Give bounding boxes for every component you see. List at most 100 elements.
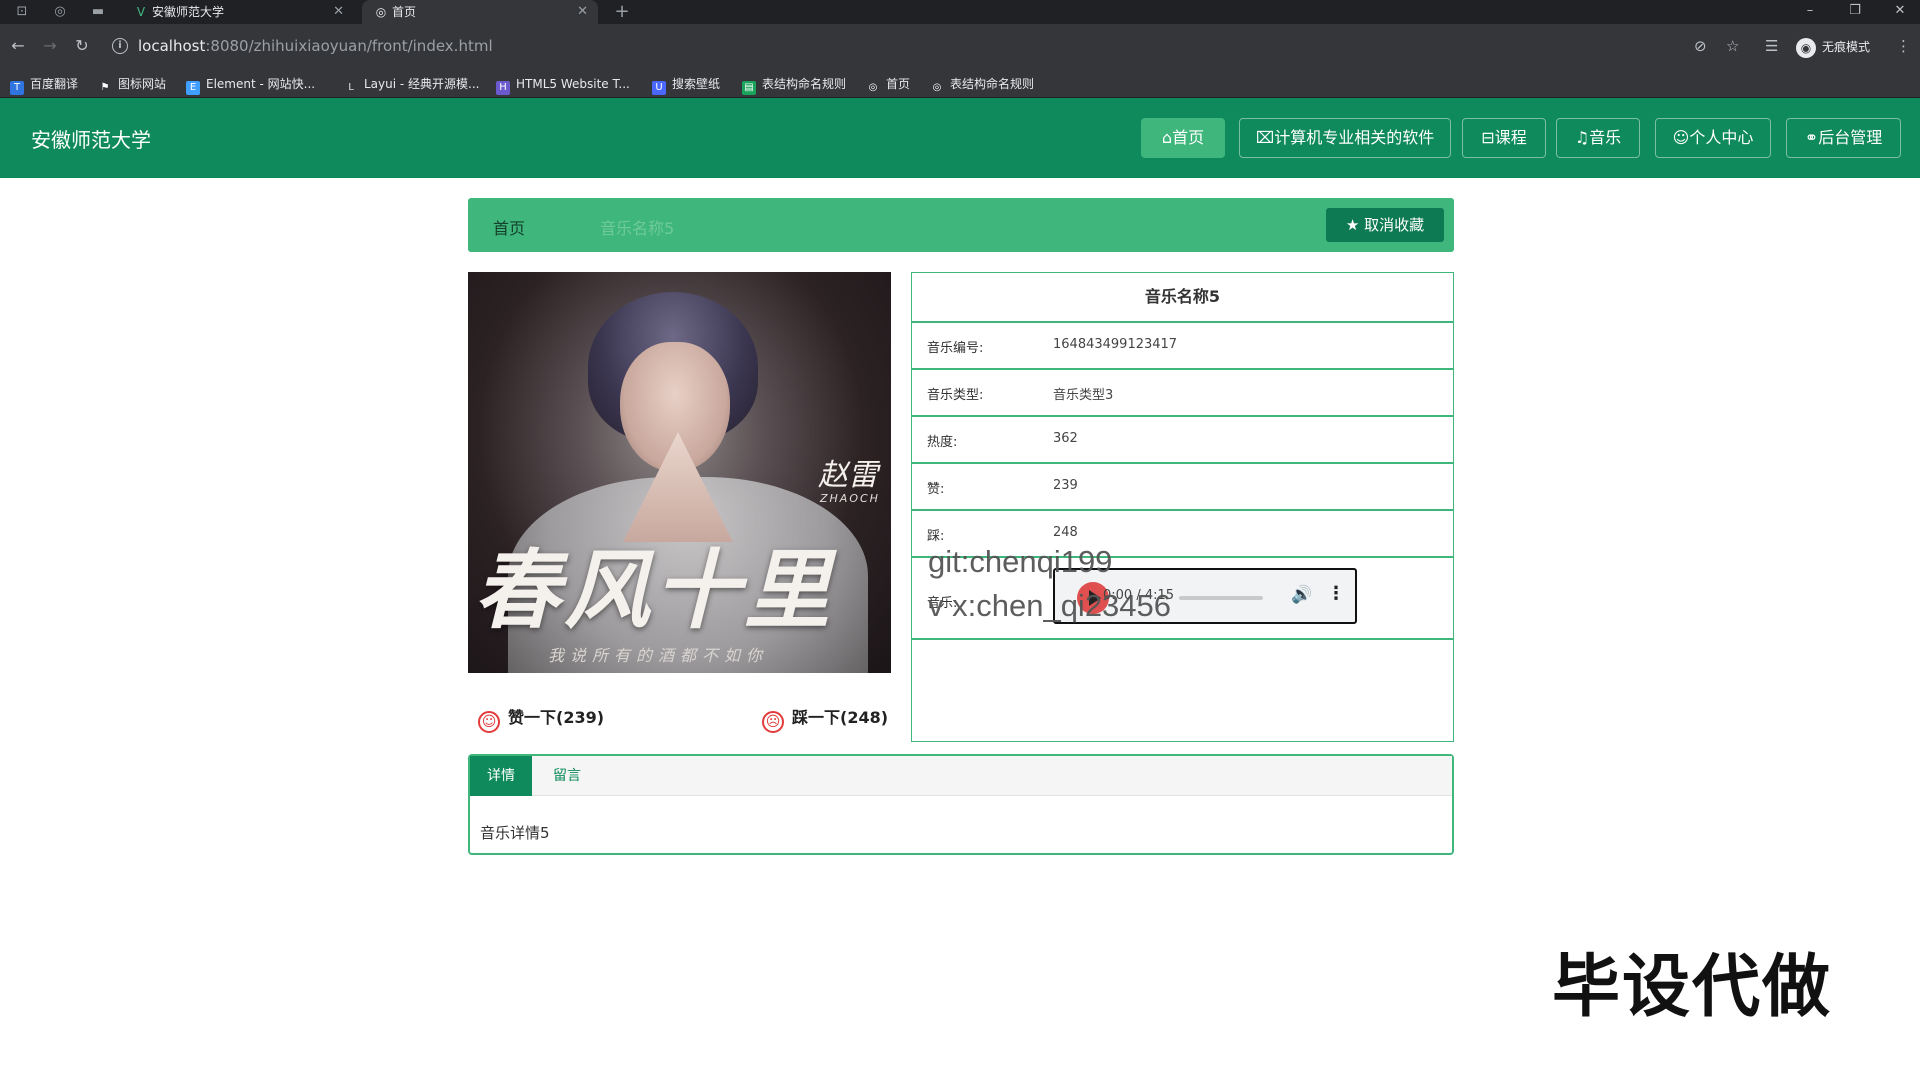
- browser-tab-1[interactable]: V 安徽师范大学 ✕: [122, 0, 354, 24]
- bookmark-label: 表结构命名规则: [950, 77, 1035, 91]
- incognito-profile[interactable]: ◉ 无痕模式: [1796, 36, 1870, 58]
- cover-lyric: 我说所有的酒都不如你: [548, 646, 769, 665]
- pinned-tab-icon[interactable]: ◎: [52, 4, 68, 20]
- nav-label: 后台管理: [1818, 128, 1883, 147]
- breadcrumb: 首页 音乐名称5 ★ 取消收藏: [468, 198, 1454, 252]
- sheet-icon: ▤: [742, 81, 756, 95]
- detail-key: 踩:: [927, 529, 945, 544]
- nav-music[interactable]: ♫音乐: [1556, 118, 1640, 158]
- bookmark-item[interactable]: ◎ 表结构命名规则: [930, 70, 1034, 98]
- cover-artist: 赵雷: [818, 458, 878, 493]
- nav-home[interactable]: ⌂首页: [1141, 118, 1225, 158]
- vue-icon: V: [136, 5, 146, 19]
- detail-value: 239: [1053, 478, 1078, 493]
- bookmark-label: Element - 网站快...: [206, 77, 316, 91]
- globe-icon: ◎: [932, 82, 942, 93]
- unfavorite-label: 取消收藏: [1364, 216, 1425, 234]
- bookmark-item[interactable]: ▤ 表结构命名规则: [742, 70, 846, 98]
- volume-icon[interactable]: 🔊: [1291, 585, 1312, 605]
- detail-key: 赞:: [927, 482, 945, 497]
- bookmark-label: 首页: [886, 77, 911, 91]
- tabs-header: 详情 留言: [470, 756, 1452, 796]
- smile-icon: ☺: [478, 711, 500, 733]
- code-icon: ⌧: [1255, 128, 1275, 147]
- minimize-icon[interactable]: –: [1798, 0, 1822, 24]
- browser-tab-title: 首页: [392, 5, 417, 19]
- bookmark-item[interactable]: L Layui - 经典开源模...: [344, 70, 479, 98]
- dislike-label: 踩一下(248): [792, 708, 889, 727]
- profile-label: 无痕模式: [1822, 40, 1871, 54]
- incognito-icon: ◉: [1796, 37, 1816, 58]
- watermark-git: git:chenqi199: [928, 544, 1113, 579]
- browser-toolbar: ← → ↻ i localhost:8080/zhihuixiaoyuan/fr…: [0, 24, 1920, 70]
- tab-comments[interactable]: 留言: [542, 756, 592, 796]
- bookmark-item[interactable]: ◎ 首页: [866, 70, 910, 98]
- bookmark-label: 百度翻译: [30, 77, 79, 91]
- watermark-wx: v x:chen_qi23456: [928, 588, 1172, 623]
- user-icon: ☺: [1672, 128, 1690, 147]
- music-icon: ♫: [1574, 128, 1590, 147]
- like-button[interactable]: ☺ 赞一下(239): [478, 704, 604, 733]
- tab-details[interactable]: 详情: [470, 756, 532, 796]
- restore-icon[interactable]: ❐: [1843, 0, 1867, 24]
- window-close-icon[interactable]: ✕: [1888, 0, 1912, 24]
- eye-off-icon[interactable]: ⊘: [1694, 34, 1707, 58]
- html5-icon: H: [496, 81, 510, 95]
- bookmark-label: 图标网站: [118, 77, 167, 91]
- tab-content: 音乐详情5: [480, 824, 550, 842]
- breadcrumb-home-link[interactable]: 首页: [493, 215, 525, 239]
- back-icon[interactable]: ←: [6, 34, 30, 58]
- audio-progress-slider[interactable]: [1179, 596, 1263, 600]
- close-icon[interactable]: ✕: [333, 0, 344, 24]
- url-text[interactable]: localhost:8080/zhihuixiaoyuan/front/inde…: [138, 37, 493, 55]
- more-options-icon[interactable]: ⋮: [1327, 583, 1345, 604]
- breadcrumb-current: 音乐名称5: [600, 219, 675, 238]
- pinned-tab-page-icon[interactable]: ▬: [90, 4, 106, 20]
- bookmark-item[interactable]: T 百度翻译: [10, 70, 78, 98]
- address-bar[interactable]: i localhost:8080/zhihuixiaoyuan/front/in…: [110, 32, 1690, 62]
- reading-list-icon[interactable]: ☰: [1765, 34, 1778, 58]
- tab-search-icon[interactable]: ⊡: [14, 4, 30, 20]
- detail-key: 音乐编号:: [927, 341, 984, 356]
- detail-row-heat: 热度: 362: [912, 415, 1453, 462]
- nav-software[interactable]: ⌧计算机专业相关的软件: [1239, 118, 1451, 158]
- globe-icon: ◎: [375, 5, 387, 19]
- nav-label: 个人中心: [1689, 128, 1754, 147]
- site-info-icon[interactable]: i: [112, 38, 128, 54]
- globe-icon: ◎: [868, 82, 878, 93]
- unfavorite-button[interactable]: ★ 取消收藏: [1326, 208, 1444, 242]
- bookmark-item[interactable]: U 搜索壁纸: [652, 70, 720, 98]
- browser-tab-2[interactable]: ◎ 首页 ✕: [362, 0, 598, 24]
- new-tab-icon[interactable]: +: [614, 3, 630, 21]
- nav-admin[interactable]: ⚭后台管理: [1786, 118, 1901, 158]
- forward-icon[interactable]: →: [38, 34, 62, 58]
- bookmark-item[interactable]: H HTML5 Website T...: [496, 70, 630, 98]
- nav-course[interactable]: ⊟课程: [1462, 118, 1546, 158]
- close-icon[interactable]: ✕: [577, 0, 588, 24]
- music-detail-panel: 音乐名称5 音乐编号: 164843499123417 音乐类型: 音乐类型3 …: [911, 272, 1454, 742]
- detail-row-type: 音乐类型: 音乐类型3: [912, 368, 1453, 415]
- star-icon[interactable]: ☆: [1726, 34, 1739, 58]
- bookmark-label: 表结构命名规则: [762, 77, 847, 91]
- corner-watermark: 毕设代做: [1552, 948, 1833, 1027]
- bookmarks-bar: T 百度翻译 ⚑ 图标网站 E Element - 网站快... L Layui - 经…: [0, 70, 1920, 98]
- detail-value: 164843499123417: [1053, 337, 1178, 352]
- detail-key: 热度:: [927, 435, 958, 450]
- link-icon: ⚭: [1804, 128, 1819, 147]
- cover-artist-en: ZHAOCH: [820, 492, 880, 505]
- detail-value: 362: [1053, 431, 1078, 446]
- bookmark-label: 搜索壁纸: [672, 77, 721, 91]
- detail-key: 音乐类型:: [927, 388, 984, 403]
- element-icon: E: [186, 81, 200, 95]
- bookmark-item[interactable]: ⚑ 图标网站: [98, 70, 167, 98]
- detail-row-likes: 赞: 239: [912, 462, 1453, 509]
- bookmark-item[interactable]: E Element - 网站快...: [186, 70, 315, 98]
- dislike-button[interactable]: ☹ 踩一下(248): [762, 704, 889, 733]
- menu-icon[interactable]: ⋮: [1896, 34, 1911, 58]
- url-path: :8080/zhihuixiaoyuan/front/index.html: [205, 37, 493, 55]
- reload-icon[interactable]: ↻: [70, 34, 94, 58]
- flag-icon: ⚑: [100, 82, 110, 93]
- nav-profile[interactable]: ☺个人中心: [1655, 118, 1771, 158]
- album-cover-image: 春风十里 赵雷 ZHAOCH 我说所有的酒都不如你: [468, 272, 891, 673]
- layui-icon: L: [348, 82, 354, 93]
